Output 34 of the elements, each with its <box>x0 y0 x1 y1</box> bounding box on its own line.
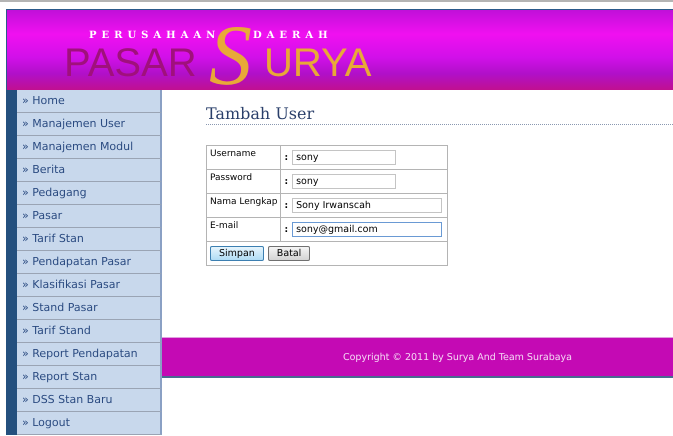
input-field[interactable]: sony <box>292 174 396 189</box>
logo-word: URYA <box>264 43 372 83</box>
field-label: Username <box>210 149 256 159</box>
input-field[interactable]: sony@gmail.com <box>292 222 442 237</box>
nav-link[interactable]: » Klasifikasi Pasar <box>17 274 162 297</box>
nav-link[interactable]: » Logout <box>17 412 162 435</box>
nav-link[interactable]: » Pedagang <box>17 182 162 205</box>
colon-separator: : <box>284 200 288 211</box>
field-label: Password <box>210 173 252 183</box>
input-field[interactable]: sony <box>292 150 396 165</box>
nav-link[interactable]: » Home <box>17 90 162 113</box>
logo-word: PASAR <box>64 43 197 83</box>
copyright-text: Copyright © 2011 by Surya And Team Surabaya <box>342 352 572 362</box>
nav-link[interactable]: » Manajemen Modul <box>17 136 162 159</box>
logo-tagline: DAERAH <box>253 30 333 41</box>
nav-link[interactable]: » Stand Pasar <box>17 297 162 320</box>
field-label: E-mail <box>210 221 238 231</box>
save-button[interactable]: Simpan <box>210 246 264 261</box>
nav-link[interactable]: » Report Pendapatan <box>17 343 162 366</box>
nav-link[interactable]: » Tarif Stan <box>17 228 162 251</box>
colon-separator: : <box>284 224 288 235</box>
nav-link[interactable]: » Pasar <box>17 205 162 228</box>
cancel-button[interactable]: Batal <box>268 246 310 261</box>
nav-link[interactable]: » Manajemen User <box>17 113 162 136</box>
input-field[interactable]: Sony Irwanscah <box>292 198 442 213</box>
colon-separator: : <box>284 176 288 187</box>
page-title: Tambah User <box>206 104 673 125</box>
nav-link[interactable]: » Pendapatan Pasar <box>17 251 162 274</box>
nav-link[interactable]: » Report Stan <box>17 366 162 389</box>
nav-link[interactable]: » Berita <box>17 159 162 182</box>
colon-separator: : <box>284 152 288 163</box>
nav-link[interactable]: » Tarif Stand <box>17 320 162 343</box>
field-label: Nama Lengkap <box>210 197 278 207</box>
nav-link[interactable]: » DSS Stan Baru <box>17 389 162 412</box>
